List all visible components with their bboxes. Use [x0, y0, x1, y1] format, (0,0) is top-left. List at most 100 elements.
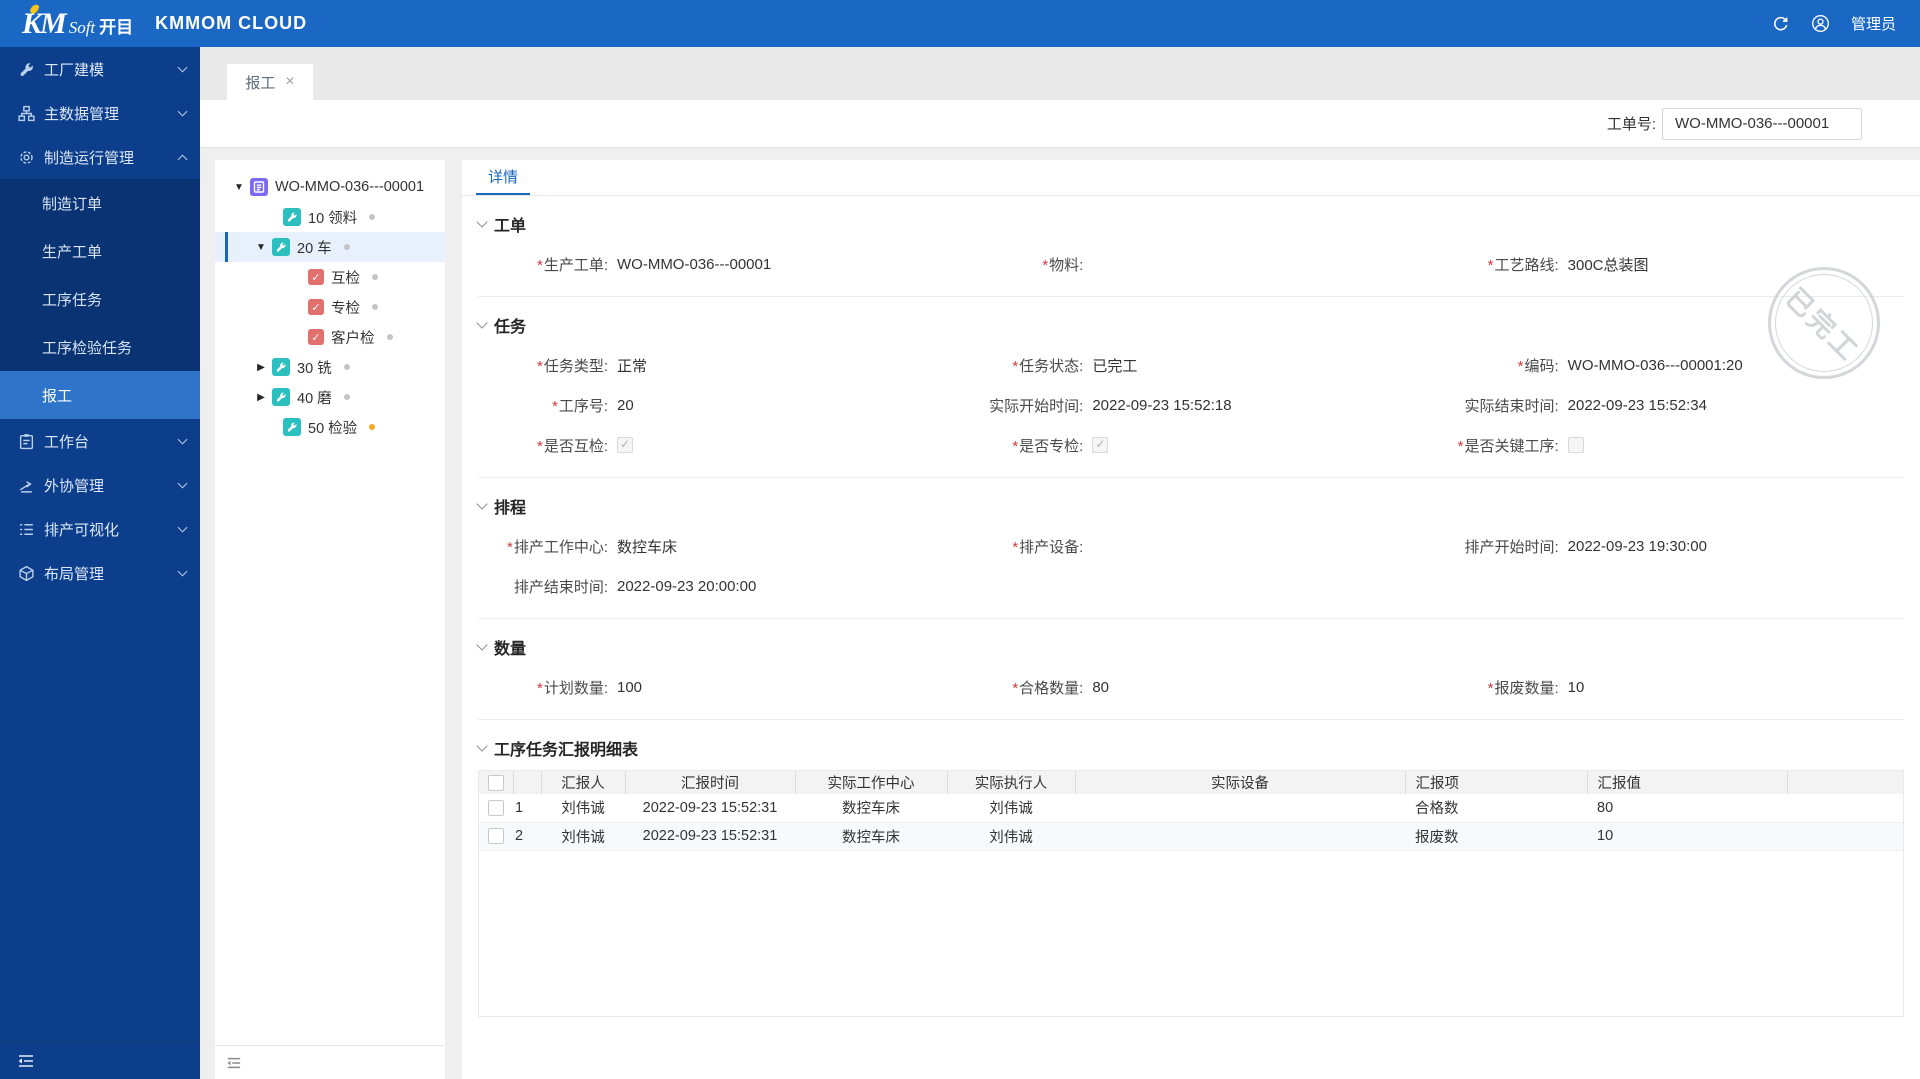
work-order-icon: [250, 178, 268, 196]
section-header-schedule[interactable]: 排程: [476, 494, 1904, 518]
work-order-tree-panel: ▼ WO-MMO-036---00001 10 领料 ▼ 20 车 ✓ 互检 ✓…: [215, 160, 445, 1079]
section-header-report-detail-table[interactable]: 工序任务汇报明细表: [476, 736, 1904, 760]
work-order-input[interactable]: [1662, 107, 1862, 140]
sidebar-item-process-tasks[interactable]: 工序任务: [0, 275, 200, 323]
sidebar-item-master-data[interactable]: 主数据管理: [0, 91, 200, 135]
close-icon[interactable]: ×: [285, 73, 294, 91]
section-header-quantity[interactable]: 数量: [476, 635, 1904, 659]
chevron-down-icon: [476, 216, 488, 228]
cell-report-time: 2022-09-23 15:52:31: [642, 828, 778, 844]
col-header-actual-work-center[interactable]: 实际工作中心: [795, 771, 948, 794]
cell-actual-work-center: 数控车床: [842, 801, 900, 818]
sidebar-item-manufacturing-ops[interactable]: 制造运行管理: [0, 135, 200, 179]
tree-node-label: 10 领料: [308, 210, 358, 227]
select-all-checkbox[interactable]: [487, 774, 504, 791]
col-header-actual-device[interactable]: 实际设备: [1075, 771, 1406, 794]
tree-node-op-40[interactable]: ▶ 40 磨: [215, 382, 445, 412]
clipboard-icon: [19, 433, 34, 449]
tree-node-special-inspection[interactable]: ✓ 专检: [215, 292, 445, 322]
field-planned-quantity: *计划数量: 100: [536, 678, 643, 697]
field-value: 2022-09-23 15:52:34: [1567, 396, 1707, 414]
username-label[interactable]: 管理员: [1851, 13, 1896, 34]
field-value: 80: [1092, 678, 1110, 696]
caret-down-icon[interactable]: ▼: [255, 242, 267, 253]
section-title: 任务: [494, 319, 527, 336]
operation-icon: [283, 208, 301, 226]
sidebar-item-factory-modeling[interactable]: 工厂建模: [0, 47, 200, 91]
sidebar-item-outsourcing[interactable]: 外协管理: [0, 463, 200, 507]
sidebar-item-layout-management[interactable]: 布局管理: [0, 551, 200, 595]
chevron-down-icon: [177, 522, 188, 533]
col-header-reporter[interactable]: 汇报人: [541, 771, 626, 794]
col-header-report-item[interactable]: 汇报项: [1405, 771, 1588, 794]
col-header-report-time[interactable]: 汇报时间: [625, 771, 796, 794]
field-scrapped-quantity: *报废数量: 10: [1487, 678, 1585, 697]
section-header-work-order[interactable]: 工单: [476, 212, 1904, 236]
collapse-sidebar-icon[interactable]: [16, 1053, 36, 1069]
field-special-inspection-flag: *是否专检:: [953, 433, 1428, 457]
chevron-down-icon: [476, 639, 488, 651]
col-header-actual-executor[interactable]: 实际执行人: [947, 771, 1076, 794]
tab-details[interactable]: 详情: [476, 160, 531, 195]
tree-node-label: 20 车: [297, 240, 332, 257]
sidebar-item-scheduling-visualization[interactable]: 排产可视化: [0, 507, 200, 551]
wrench-icon: [20, 62, 33, 76]
table-header-row: 汇报人 汇报时间 实际工作中心 实际执行人 实际设备 汇报项 汇报值: [479, 771, 1903, 794]
caret-right-icon[interactable]: ▶: [255, 392, 267, 403]
report-table: 汇报人 汇报时间 实际工作中心 实际执行人 实际设备 汇报项 汇报值 1 刘伟诚…: [478, 770, 1904, 1017]
mutual-inspection-checkbox[interactable]: [617, 437, 633, 453]
sidebar-item-workbench[interactable]: 工作台: [0, 419, 200, 463]
field-value: WO-MMO-036---00001:20: [1567, 356, 1743, 374]
caret-down-icon[interactable]: ▼: [233, 182, 245, 193]
sidebar-item-process-inspection-tasks[interactable]: 工序检验任务: [0, 323, 200, 371]
sidebar-item-production-work-orders[interactable]: 生产工单: [0, 227, 200, 275]
sidebar-item-work-reporting[interactable]: 报工: [0, 371, 200, 419]
field-value: 100: [617, 678, 643, 696]
field-value: 正常: [617, 357, 648, 375]
section-header-task[interactable]: 任务: [476, 313, 1904, 337]
chevron-down-icon: [476, 740, 488, 752]
cell-actual-work-center: 数控车床: [842, 829, 900, 846]
chevron-down-icon: [476, 498, 488, 510]
tab-work-reporting[interactable]: 报工 ×: [227, 64, 313, 100]
field-value: 2022-09-23 19:30:00: [1567, 537, 1707, 555]
collapse-tree-icon[interactable]: [225, 1056, 243, 1070]
tree-node-op-50[interactable]: 50 检验: [215, 412, 445, 442]
row-index: 1: [515, 799, 524, 816]
tree-node-label: 专检: [331, 300, 360, 317]
special-inspection-checkbox[interactable]: [1092, 437, 1109, 453]
caret-right-icon[interactable]: ▶: [255, 362, 267, 373]
sitemap-icon: [18, 105, 35, 121]
tree-node-op-10[interactable]: 10 领料: [215, 202, 445, 232]
section-title: 工单: [494, 218, 527, 235]
field-value: 10: [1567, 678, 1585, 696]
cell-reporter: 刘伟诚: [561, 829, 605, 846]
user-avatar-icon[interactable]: [1811, 14, 1831, 34]
field-mutual-inspection-flag: *是否互检:: [478, 433, 953, 457]
row-checkbox[interactable]: [488, 828, 504, 845]
chevron-down-icon: [177, 62, 188, 73]
row-checkbox[interactable]: [488, 799, 504, 816]
sidebar-item-manufacturing-orders[interactable]: 制造订单: [0, 179, 200, 227]
tree-node-label: WO-MMO-036---00001: [275, 179, 425, 195]
tree-node-mutual-inspection[interactable]: ✓ 互检: [215, 262, 445, 292]
refresh-icon[interactable]: [1771, 14, 1791, 34]
key-operation-checkbox[interactable]: [1567, 437, 1584, 453]
field-value: WO-MMO-036---00001: [617, 255, 772, 273]
tree-node-work-order[interactable]: ▼ WO-MMO-036---00001: [215, 172, 445, 202]
field-key-operation-flag: *是否关键工序:: [1429, 433, 1904, 457]
tree-node-customer-inspection[interactable]: ✓ 客户检: [215, 322, 445, 352]
table-row[interactable]: 1 刘伟诚 2022-09-23 15:52:31 数控车床 刘伟诚 合格数 8…: [479, 794, 1903, 822]
product-name: KMMOM CLOUD: [155, 13, 308, 33]
field-value: 300C总装图: [1567, 256, 1649, 274]
field-value: 已完工: [1092, 357, 1138, 375]
field-scheduled-device: *排产设备:: [1012, 538, 1084, 556]
cell-report-item: 合格数: [1415, 801, 1459, 818]
cube-icon: [19, 565, 34, 581]
section-title: 排程: [494, 500, 527, 517]
tree-node-op-20[interactable]: ▼ 20 车: [215, 232, 445, 262]
col-header-report-value[interactable]: 汇报值: [1587, 771, 1788, 794]
tree-node-op-30[interactable]: ▶ 30 铣: [215, 352, 445, 382]
table-row[interactable]: 2 刘伟诚 2022-09-23 15:52:31 数控车床 刘伟诚 报废数 1…: [479, 822, 1903, 850]
app-logo: KM Soft 开目: [22, 7, 133, 41]
